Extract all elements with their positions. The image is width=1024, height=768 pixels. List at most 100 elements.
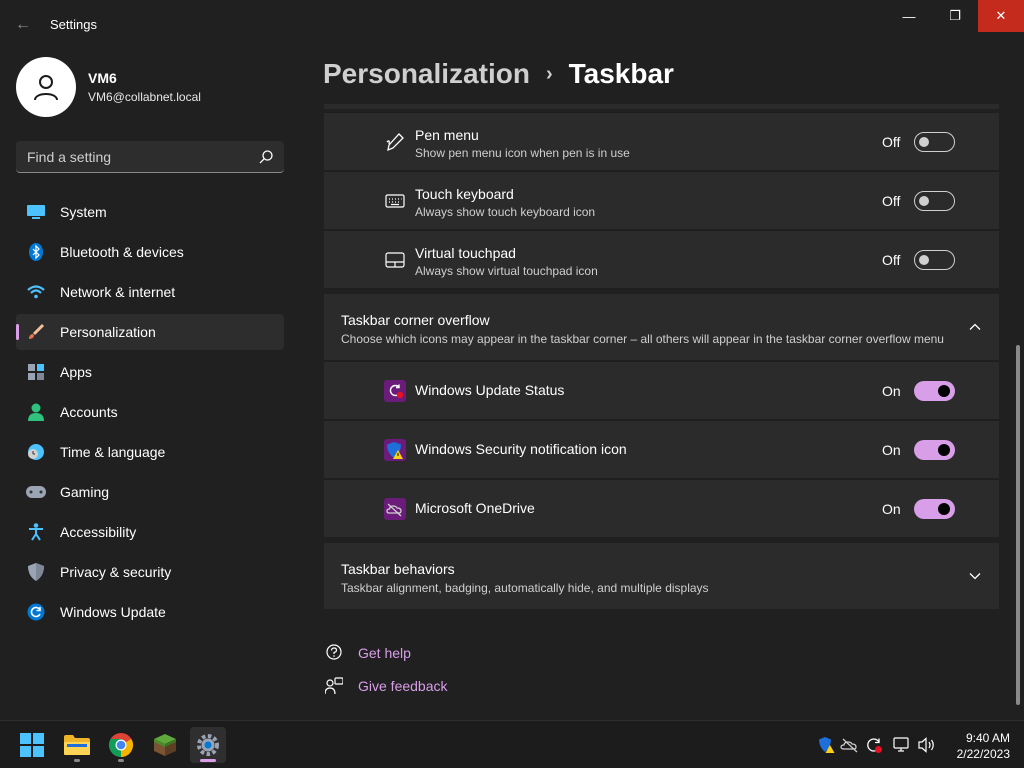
brush-icon xyxy=(26,322,46,342)
row-title: Pen menu xyxy=(415,127,479,143)
maximize-button[interactable]: ❐ xyxy=(932,0,978,32)
file-explorer-button[interactable] xyxy=(59,727,95,763)
clock-date: 2/22/2023 xyxy=(956,747,1010,761)
app-title: Settings xyxy=(50,17,97,32)
sidebar-item-personalization[interactable]: Personalization xyxy=(16,314,284,350)
setting-row-windows-update-status: Windows Update Status On xyxy=(324,361,999,419)
apps-icon xyxy=(26,362,46,382)
chrome-icon xyxy=(108,733,134,757)
windows-security-icon xyxy=(384,439,406,461)
taskbar-behaviors-header[interactable]: Taskbar behaviors Taskbar alignment, bad… xyxy=(324,543,999,609)
sidebar-item-label: Network & internet xyxy=(60,284,176,300)
close-button[interactable]: ✕ xyxy=(978,0,1024,32)
search-box[interactable] xyxy=(16,141,284,173)
scrollbar[interactable] xyxy=(1016,345,1020,705)
sidebar-item-time-language[interactable]: Time & language xyxy=(16,434,284,470)
user-name: VM6 xyxy=(88,70,117,86)
page-title: Taskbar xyxy=(568,58,674,89)
row-title: Windows Security notification icon xyxy=(415,441,627,457)
sidebar-item-apps[interactable]: Apps xyxy=(16,354,284,390)
onedrive-tray-icon[interactable] xyxy=(840,735,860,755)
start-button[interactable] xyxy=(14,727,50,763)
virtual-touchpad-toggle[interactable] xyxy=(914,250,955,270)
wifi-icon xyxy=(26,282,46,302)
person-silhouette-icon xyxy=(34,75,58,101)
feedback-icon xyxy=(324,676,344,696)
toggle-state-label: On xyxy=(882,501,901,517)
user-profile[interactable]: VM6 VM6@collabnet.local xyxy=(16,57,201,117)
section-title: Taskbar corner overflow xyxy=(341,312,490,328)
give-feedback-label: Give feedback xyxy=(358,678,448,694)
touch-keyboard-toggle[interactable] xyxy=(914,191,955,211)
gear-icon xyxy=(197,734,219,756)
monitor-icon xyxy=(26,202,46,222)
chrome-button[interactable] xyxy=(103,727,139,763)
minimize-button[interactable]: — xyxy=(886,0,932,32)
update-tray-icon[interactable] xyxy=(864,735,884,755)
row-title: Microsoft OneDrive xyxy=(415,500,535,516)
row-title: Windows Update Status xyxy=(415,382,565,398)
back-button[interactable]: ← xyxy=(10,12,36,38)
minecraft-button[interactable] xyxy=(147,727,183,763)
get-help-label: Get help xyxy=(358,645,411,661)
avatar xyxy=(16,57,76,117)
sidebar-item-accessibility[interactable]: Accessibility xyxy=(16,514,284,550)
get-help-link[interactable]: Get help xyxy=(324,643,411,663)
card-top-edge xyxy=(324,104,999,109)
sidebar-item-windows-update[interactable]: Windows Update xyxy=(16,594,284,630)
title-bar: ← Settings — ❐ ✕ xyxy=(0,0,1024,48)
sidebar-item-label: Accessibility xyxy=(60,524,137,540)
sidebar-item-privacy[interactable]: Privacy & security xyxy=(16,554,284,590)
back-arrow-icon: ← xyxy=(15,16,31,33)
touchpad-icon xyxy=(384,249,406,271)
taskbar: 9:40 AM 2/22/2023 xyxy=(0,720,1024,768)
person-icon xyxy=(26,402,46,422)
breadcrumb-parent[interactable]: Personalization xyxy=(323,58,530,90)
sidebar-item-network[interactable]: Network & internet xyxy=(16,274,284,310)
settings-content: Pen menu Show pen menu icon when pen is … xyxy=(324,104,999,708)
taskbar-corner-overflow-header[interactable]: Taskbar corner overflow Choose which ico… xyxy=(324,294,999,360)
windows-security-toggle[interactable] xyxy=(914,440,955,460)
sidebar-item-label: Time & language xyxy=(60,444,166,460)
chevron-down-icon[interactable] xyxy=(967,568,983,584)
clock-time: 9:40 AM xyxy=(965,731,1010,745)
network-icon[interactable] xyxy=(892,735,912,755)
volume-icon[interactable] xyxy=(917,735,937,755)
sidebar-item-label: Privacy & security xyxy=(60,564,172,580)
refresh-icon xyxy=(26,602,46,622)
section-subtitle: Choose which icons may appear in the tas… xyxy=(341,332,944,346)
sidebar-item-label: System xyxy=(60,204,107,220)
running-indicator xyxy=(74,759,80,762)
folder-icon xyxy=(64,735,90,755)
setting-row-pen-menu: Pen menu Show pen menu icon when pen is … xyxy=(324,112,999,170)
sidebar-item-label: Gaming xyxy=(60,484,110,500)
chevron-right-icon: › xyxy=(545,62,553,85)
taskbar-clock[interactable]: 9:40 AM 2/22/2023 xyxy=(946,730,1010,762)
row-title: Touch keyboard xyxy=(415,186,514,202)
sidebar-item-bluetooth[interactable]: Bluetooth & devices xyxy=(16,234,284,270)
toggle-state-label: Off xyxy=(882,193,901,209)
sidebar-nav: System Bluetooth & devices Network & int… xyxy=(16,194,284,634)
chevron-up-icon[interactable] xyxy=(967,319,983,335)
clock-globe-icon xyxy=(26,442,46,462)
row-subtitle: Always show touch keyboard icon xyxy=(415,205,596,219)
windows-update-status-toggle[interactable] xyxy=(914,381,955,401)
sidebar-item-label: Windows Update xyxy=(60,604,166,620)
sidebar-item-system[interactable]: System xyxy=(16,194,284,230)
pen-menu-toggle[interactable] xyxy=(914,132,955,152)
search-input[interactable] xyxy=(27,148,247,165)
row-subtitle: Show pen menu icon when pen is in use xyxy=(415,146,630,160)
windows-security-tray-icon[interactable] xyxy=(816,735,836,755)
onedrive-toggle[interactable] xyxy=(914,499,955,519)
settings-taskbar-button[interactable] xyxy=(190,727,226,763)
sidebar-item-gaming[interactable]: Gaming xyxy=(16,474,284,510)
search-icon[interactable] xyxy=(258,149,274,165)
give-feedback-link[interactable]: Give feedback xyxy=(324,676,448,696)
sidebar-item-accounts[interactable]: Accounts xyxy=(16,394,284,430)
windows-update-status-icon xyxy=(384,380,406,402)
toggle-state-label: On xyxy=(882,383,901,399)
row-title: Virtual touchpad xyxy=(415,245,516,261)
shield-icon xyxy=(26,562,46,582)
sidebar-item-label: Personalization xyxy=(60,324,156,340)
toggle-state-label: On xyxy=(882,442,901,458)
